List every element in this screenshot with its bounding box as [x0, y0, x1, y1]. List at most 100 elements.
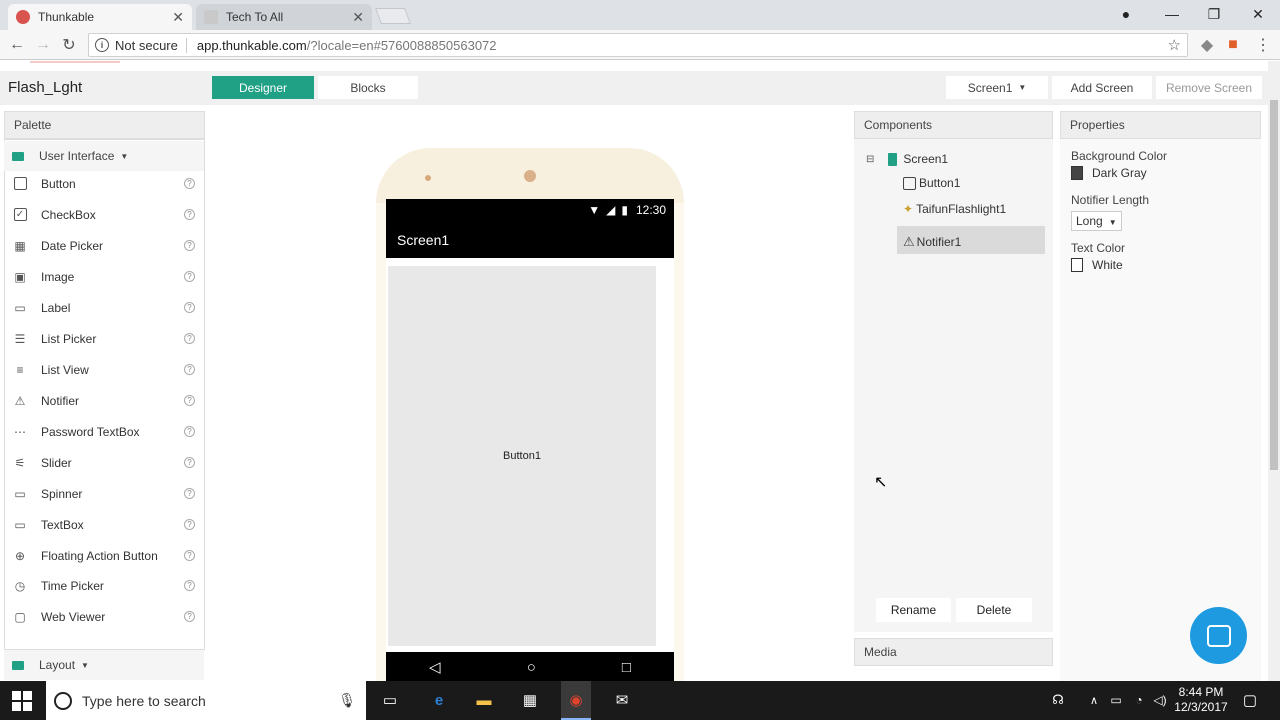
button1-preview[interactable]: Button1 — [388, 266, 656, 646]
button-icon — [903, 176, 916, 190]
help-icon[interactable]: ? — [184, 426, 195, 437]
component-taifunflashlight1[interactable]: ✦ TaifunFlashlight1 — [903, 202, 1006, 216]
profile-icon[interactable]: ● — [1104, 0, 1148, 28]
chrome-icon[interactable]: ◉ — [564, 689, 588, 711]
close-window-button[interactable]: ✕ — [1236, 0, 1280, 28]
close-tab-icon[interactable]: ✕ — [172, 9, 184, 26]
battery-icon[interactable]: ▭ — [1104, 689, 1128, 711]
restore-button[interactable]: ❐ — [1192, 0, 1236, 28]
tab-thunkable[interactable]: Thunkable ✕ — [8, 4, 192, 30]
rename-button[interactable]: Rename — [876, 598, 951, 622]
help-icon[interactable]: ? — [184, 178, 195, 189]
url-input[interactable]: i Not secure app.thunkable.com /?locale=… — [88, 33, 1188, 57]
task-view-icon[interactable]: ▭ — [378, 689, 402, 711]
forward-arrow-icon[interactable]: → — [32, 35, 54, 55]
palette-item-checkbox[interactable]: ✓ CheckBox? — [4, 199, 204, 230]
blocks-button[interactable]: Blocks — [318, 76, 418, 99]
palette-item-label: CheckBox — [41, 207, 96, 222]
add-screen-button[interactable]: Add Screen — [1052, 76, 1152, 99]
microphone-icon[interactable]: 🎙 — [338, 692, 356, 709]
volume-icon[interactable]: ◁) — [1148, 689, 1172, 711]
palette-item-button[interactable]: Button? — [4, 168, 204, 199]
edge-icon[interactable]: e — [427, 689, 451, 711]
component-notifier1[interactable]: ⚠ Notifier1 — [903, 234, 961, 250]
help-icon[interactable]: ? — [184, 271, 195, 282]
palette-item-list-picker[interactable]: ☰ List Picker? — [4, 323, 204, 354]
warning-icon: ⚠ — [14, 393, 26, 408]
remove-screen-button[interactable]: Remove Screen — [1156, 76, 1262, 99]
calendar-icon: ▦ — [14, 238, 26, 253]
menu-icon[interactable]: ⋮ — [1252, 35, 1274, 55]
component-button1[interactable]: Button1 — [903, 176, 960, 190]
designer-button[interactable]: Designer — [212, 76, 314, 99]
extension-icon-2[interactable]: ■ — [1222, 35, 1244, 55]
help-icon[interactable]: ? — [184, 333, 195, 344]
browser-icon: ▢ — [14, 609, 26, 624]
help-icon[interactable]: ? — [184, 519, 195, 530]
checkbox-icon: ✓ — [12, 207, 28, 223]
notifier-length-box[interactable]: Long ▼ — [1071, 211, 1122, 231]
palette-item-textbox[interactable]: ▭ TextBox? — [4, 509, 204, 540]
notifications-icon[interactable]: ▢ — [1238, 689, 1262, 711]
taskbar-search-input[interactable]: Type here to search 🎙 — [46, 681, 366, 720]
palette-item-slider[interactable]: ⚟ Slider? — [4, 447, 204, 478]
delete-button[interactable]: Delete — [956, 598, 1032, 622]
minimize-button[interactable]: — — [1150, 0, 1194, 28]
help-icon[interactable]: ? — [184, 395, 195, 406]
info-icon[interactable]: i — [95, 38, 109, 52]
help-icon[interactable]: ? — [184, 302, 195, 313]
help-icon[interactable]: ? — [184, 364, 195, 375]
reload-icon[interactable]: ↻ — [58, 35, 80, 55]
file-explorer-icon[interactable]: ▬ — [472, 689, 496, 711]
text-color-picker[interactable]: White — [1071, 258, 1123, 272]
notifier-length-select[interactable]: Long ▼ — [1071, 211, 1122, 231]
palette-item-image[interactable]: ▣ Image? — [4, 261, 204, 292]
palette-category-user-interface[interactable]: User Interface ▼ — [4, 141, 204, 171]
close-tab-icon[interactable]: ✕ — [352, 9, 364, 26]
palette-item-spinner[interactable]: ▭ Spinner? — [4, 478, 204, 509]
background-color-picker[interactable]: Dark Gray — [1071, 166, 1147, 180]
palette-item-notifier[interactable]: ⚠ Notifier? — [4, 385, 204, 416]
tab-tech-to-all[interactable]: Tech To All ✕ — [196, 4, 372, 30]
button-icon — [12, 176, 28, 192]
help-icon[interactable]: ? — [184, 240, 195, 251]
palette-item-password-textbox[interactable]: ⋯ Password TextBox? — [4, 416, 204, 447]
screen-select[interactable]: Screen1 ▼ — [946, 76, 1048, 99]
palette-item-label: Slider — [41, 455, 72, 470]
palette-category-layout[interactable]: Layout ▼ — [4, 650, 204, 680]
palette-item-list-view[interactable]: ≡ List View? — [4, 354, 204, 385]
help-icon[interactable]: ? — [184, 550, 195, 561]
taskbar-clock[interactable]: 8:44 PM 12/3/2017 — [1170, 685, 1232, 715]
palette-item-label: Button — [41, 176, 76, 191]
windows-start-icon[interactable] — [12, 691, 32, 711]
extension-icon[interactable]: ◆ — [1196, 35, 1218, 55]
mail-icon[interactable]: ✉ — [610, 689, 634, 711]
bookmark-star-icon[interactable]: ☆ — [1168, 36, 1181, 54]
component-screen1[interactable]: ⊟ Screen1 — [866, 152, 948, 166]
chat-support-button[interactable] — [1190, 607, 1247, 664]
list-view-icon: ≡ — [16, 362, 24, 377]
back-arrow-icon[interactable]: ← — [6, 35, 28, 55]
palette-item-label[interactable]: ▭ Label? — [4, 292, 204, 323]
list-picker-icon: ☰ — [14, 331, 26, 346]
new-tab-button[interactable] — [375, 8, 411, 24]
palette-item-label: Time Picker — [41, 578, 104, 593]
palette-item-date-picker[interactable]: ▦ Date Picker? — [4, 230, 204, 261]
people-icon[interactable]: ☊ — [1046, 689, 1070, 711]
palette-item-web-viewer[interactable]: ▢ Web Viewer? — [4, 601, 204, 632]
help-icon[interactable]: ? — [184, 580, 195, 591]
security-label: Not secure — [115, 37, 187, 53]
help-icon[interactable]: ? — [184, 457, 195, 468]
signal-icon: ◢ — [606, 203, 616, 217]
store-icon[interactable]: ▦ — [518, 689, 542, 711]
help-icon[interactable]: ? — [184, 611, 195, 622]
progress-line — [30, 61, 120, 63]
help-icon[interactable]: ? — [184, 488, 195, 499]
palette-item-time-picker[interactable]: ◷ Time Picker? — [4, 570, 204, 601]
help-icon[interactable]: ? — [184, 209, 195, 220]
collapse-icon[interactable]: ⊟ — [866, 154, 874, 165]
notifier-length-value: Long — [1076, 214, 1103, 228]
palette-item-floating-action-button[interactable]: ⊕ Floating Action Button? — [4, 540, 204, 571]
scrollbar-thumb[interactable] — [1270, 100, 1278, 470]
show-hidden-icons[interactable]: ∧ — [1082, 689, 1106, 711]
